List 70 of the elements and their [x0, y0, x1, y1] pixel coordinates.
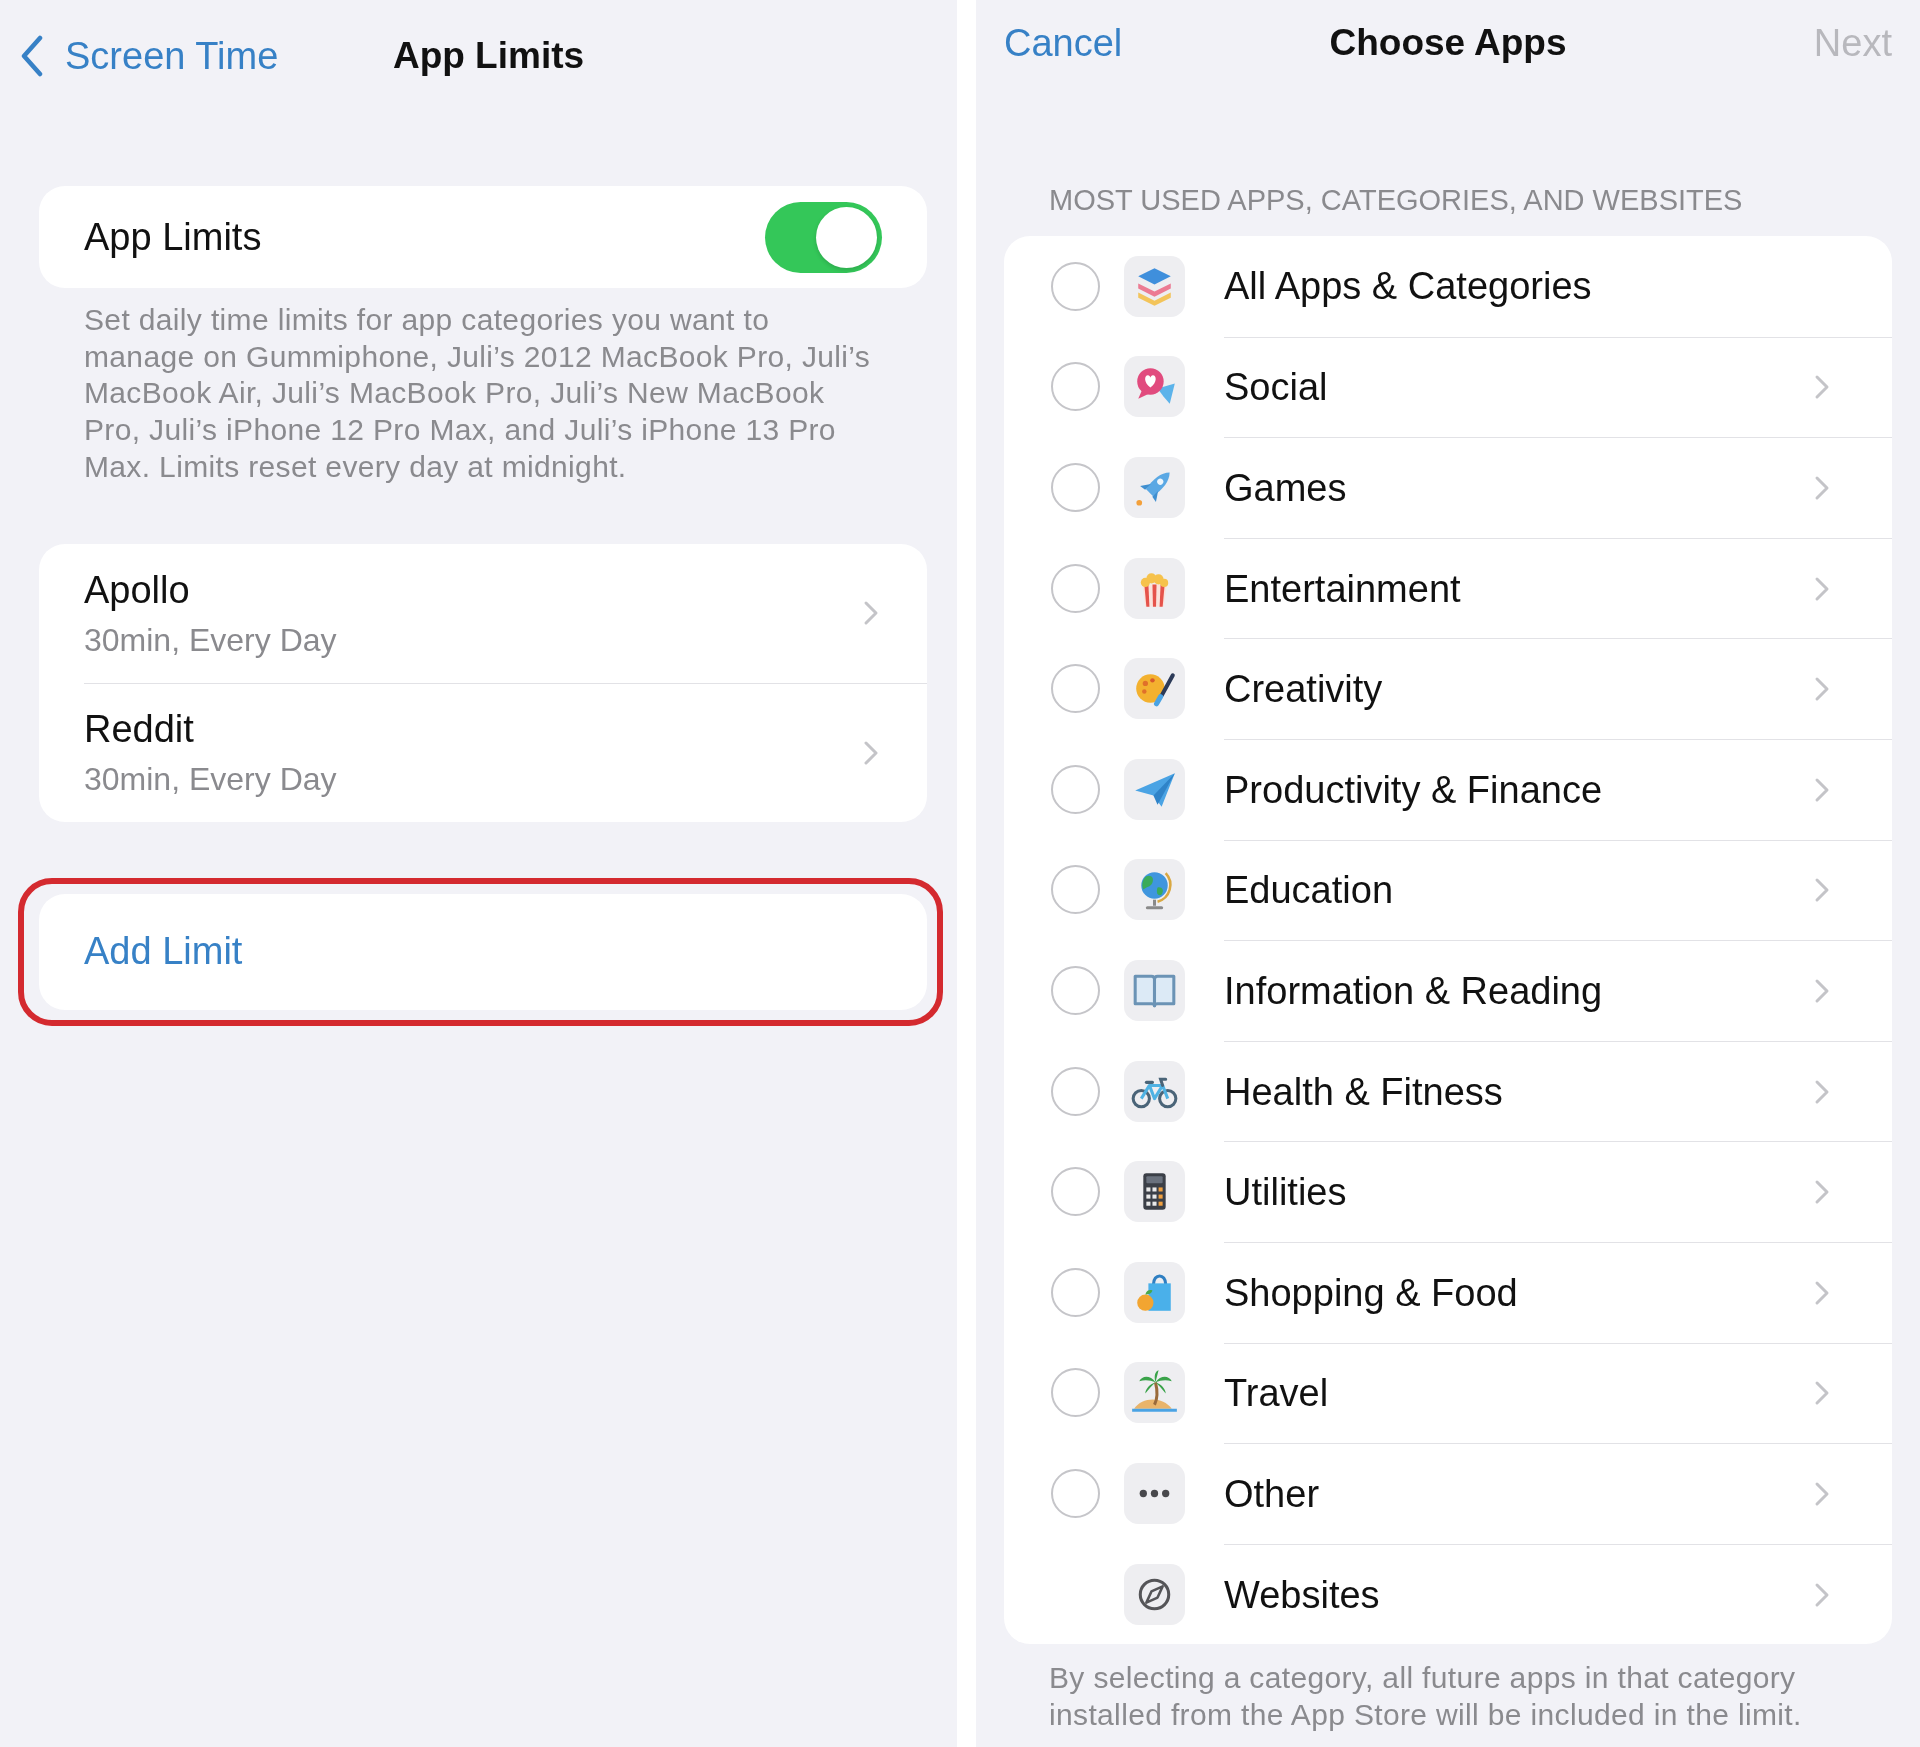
- radio-button[interactable]: [1051, 1267, 1100, 1317]
- cancel-button[interactable]: Cancel: [1004, 21, 1123, 65]
- radio-button[interactable]: [1051, 965, 1100, 1015]
- category-name: Other: [1224, 1471, 1320, 1517]
- footer-note: By selecting a category, all future apps in that category installed from the App Store will be included in the limit.: [1049, 1660, 1803, 1734]
- radio-button[interactable]: [1051, 1368, 1100, 1418]
- category-name: Productivity & Finance: [1224, 767, 1603, 813]
- chevron-icon: [1814, 1179, 1830, 1206]
- chat-bubbles-icon: [1124, 356, 1185, 418]
- calculator-icon: [1124, 1161, 1185, 1223]
- radio-button[interactable]: [1051, 764, 1100, 814]
- back-button[interactable]: Screen Time: [20, 34, 279, 78]
- radio-button[interactable]: [1051, 1066, 1100, 1116]
- bicycle-icon: [1124, 1060, 1185, 1122]
- category-name: Entertainment: [1224, 566, 1461, 612]
- chevron-icon: [1814, 374, 1830, 401]
- footer-note: Set daily time limits for app categories you want to manage on Gummiphone, Juli’s 2012 MacBook Pro, Juli’s MacBook Air, Juli’s MacBook Pro, Juli’s New MacBook Pro, Juli’s iPhone 12 Pro Max, and Juli’s iPhone 13 Pro Max. Limits reset every day at midnight.: [84, 302, 872, 485]
- paper-plane-icon: [1124, 758, 1185, 820]
- app-name: Reddit: [84, 707, 195, 752]
- category-name: Travel: [1224, 1371, 1329, 1417]
- screen-title: Choose Apps: [1329, 22, 1567, 64]
- chevron-icon: [1814, 575, 1830, 602]
- ellipsis-icon: [1124, 1462, 1185, 1524]
- setting-label: App Limits: [84, 215, 262, 260]
- stacked-layers-icon: [1124, 255, 1185, 317]
- open-book-icon: [1124, 959, 1185, 1021]
- palette-icon: [1124, 658, 1185, 720]
- limit-schedule: 30min, Every Day: [84, 760, 337, 799]
- radio-button[interactable]: [1051, 865, 1100, 915]
- category-name: Shopping & Food: [1224, 1270, 1518, 1316]
- radio-button[interactable]: [1051, 1167, 1100, 1217]
- chevron-icon: [1814, 1380, 1830, 1407]
- category-name: Social: [1224, 365, 1328, 411]
- category-name: All Apps & Categories: [1224, 264, 1592, 310]
- category-name: Health & Fitness: [1224, 1069, 1503, 1115]
- radio-button[interactable]: [1051, 362, 1100, 412]
- section-header: MOST USED APPS, CATEGORIES, AND WEBSITES: [1048, 183, 1744, 218]
- back-chevron-icon: [20, 35, 44, 77]
- radio-button[interactable]: [1051, 563, 1100, 613]
- rocket-icon: [1124, 457, 1185, 518]
- popcorn-icon: [1124, 557, 1185, 619]
- app-name: Apollo: [84, 567, 191, 613]
- category-name: Websites: [1224, 1572, 1380, 1618]
- chevron-icon: [1814, 776, 1830, 803]
- limit-schedule: 30min, Every Day: [84, 620, 337, 660]
- chevron-icon: [1814, 877, 1830, 904]
- globe-icon: [1124, 859, 1185, 921]
- chevron-icon: [1814, 1279, 1830, 1306]
- radio-button[interactable]: [1051, 261, 1100, 311]
- category-name: Information & Reading: [1224, 968, 1603, 1014]
- chevron-icon: [1814, 1078, 1830, 1105]
- radio-button[interactable]: [1051, 1468, 1100, 1518]
- palm-tree-icon: [1124, 1362, 1185, 1424]
- compass-icon: [1124, 1563, 1185, 1625]
- chevron-icon: [1814, 977, 1830, 1004]
- chevron-icon: [1814, 475, 1830, 501]
- screen-title: App Limits: [392, 35, 585, 77]
- category-name: Education: [1224, 868, 1393, 914]
- radio-button[interactable]: [1051, 664, 1100, 714]
- category-name: Utilities: [1224, 1170, 1347, 1216]
- add-limit-button[interactable]: Add Limit: [39, 893, 927, 1010]
- chevron-icon: [863, 600, 879, 626]
- chevron-icon: [1814, 1480, 1830, 1507]
- shopping-bag-icon: [1124, 1261, 1185, 1323]
- category-name: Games: [1224, 466, 1347, 511]
- chevron-icon: [1814, 676, 1830, 703]
- radio-button[interactable]: [1051, 463, 1100, 512]
- chevron-icon: [1814, 1581, 1830, 1608]
- chevron-icon: [863, 739, 879, 766]
- category-name: Creativity: [1224, 667, 1383, 713]
